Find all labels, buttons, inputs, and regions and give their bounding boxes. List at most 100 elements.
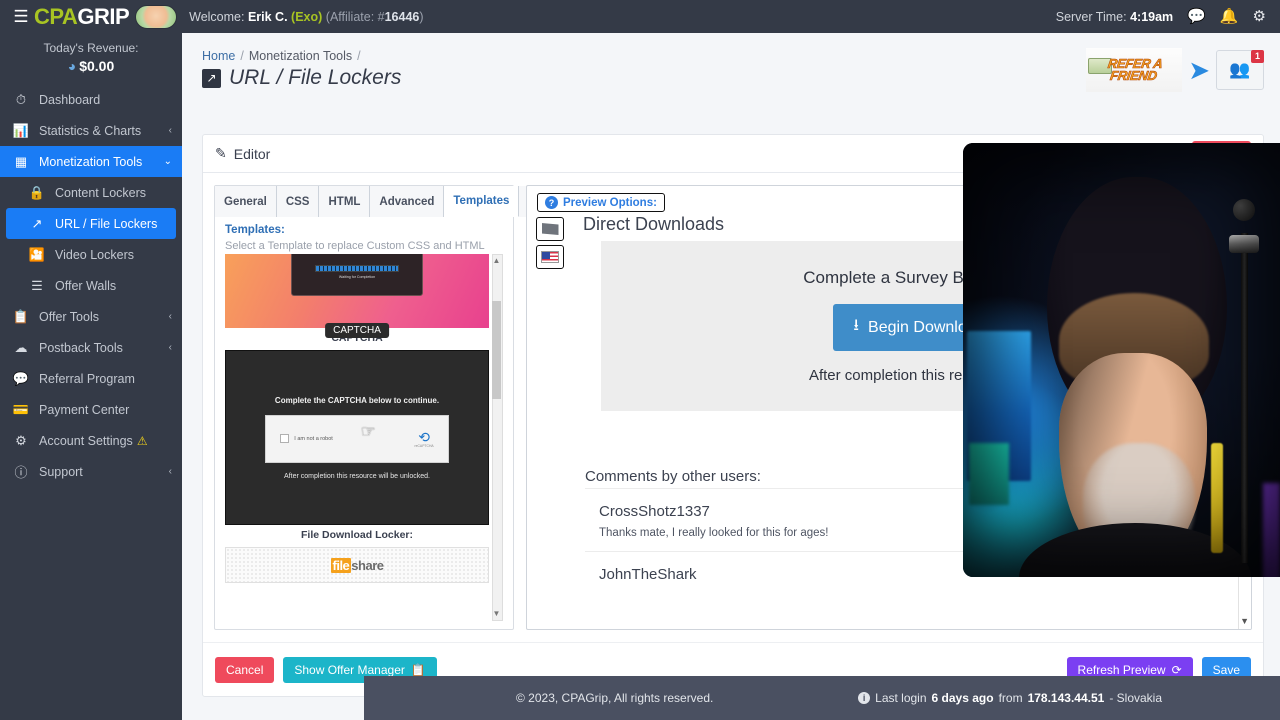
sidebar-item-monetization-tools[interactable]: ▦ Monetization Tools ⌄ (0, 146, 182, 177)
bell-icon[interactable]: 🔔 (1220, 9, 1239, 24)
chevron-left-icon: ‹ (168, 311, 172, 322)
editor-title: ✎ Editor (215, 145, 270, 162)
breadcrumb-section[interactable]: Monetization Tools (249, 49, 352, 63)
server-time-label: Server Time: (1055, 9, 1127, 24)
gear-icon[interactable]: ⚙ (1253, 9, 1266, 24)
sidebar-item-dashboard[interactable]: ⏱ Dashboard (0, 84, 182, 115)
chevron-down-icon[interactable]: ▼ (1240, 616, 1249, 626)
progress-bar (315, 265, 399, 272)
refresh-preview-label: Refresh Preview (1077, 662, 1166, 677)
sidebar-nav: ⏱ Dashboard 📊 Statistics & Charts ‹ ▦ Moneti… (0, 84, 182, 487)
revenue-value: $0.00 (79, 58, 115, 74)
templates-scrollbar[interactable]: ▲ ▼ (492, 254, 503, 621)
chat-icon[interactable]: 💬 (1187, 9, 1206, 24)
download-icon: ⭳ (853, 317, 860, 334)
last-login-from: from (998, 691, 1023, 705)
sidebar-item-account-settings[interactable]: ⚙ Account Settings ⚠ (0, 425, 182, 456)
last-login-when: 6 days ago (931, 691, 994, 705)
info-icon: i (858, 692, 871, 704)
sidebar-item-offer-tools[interactable]: 📋 Offer Tools ‹ (0, 301, 182, 332)
video-icon: 🎦 (28, 246, 46, 262)
cloud-icon: ☁ (14, 339, 28, 355)
progress-caption: Waiting for Completion (338, 275, 376, 279)
referral-badge: 1 (1250, 50, 1264, 63)
logo-grip-text: GRIP (77, 3, 130, 29)
sidebar-item-label: Support (39, 464, 83, 479)
grey-flag-icon (541, 223, 559, 235)
refer-a-friend-banner[interactable]: REFER A FRIEND (1086, 48, 1183, 92)
chevron-left-icon: ‹ (168, 342, 172, 353)
last-login-prefix: Last login (875, 691, 927, 705)
preview-option-global-button[interactable] (536, 217, 564, 241)
clipboard-icon: 📋 (410, 662, 426, 677)
revenue-value-row: ◕ $0.00 (0, 55, 182, 84)
refer-a-friend-widget[interactable]: REFER A FRIEND ➤ 👥 1 (1086, 48, 1264, 92)
editor-tabs: General CSS HTML Advanced Templates (215, 186, 538, 217)
page-title-text: URL / File Lockers (229, 66, 402, 89)
page-footer: © 2023, CPAGrip, All rights reserved. i … (364, 676, 1280, 720)
tab-advanced[interactable]: Advanced (370, 186, 445, 217)
affiliate-info: (Affiliate: #16446) (326, 10, 424, 24)
hamburger-icon[interactable]: ☰ (8, 8, 34, 25)
fileshare-logo-b: share (351, 557, 384, 573)
template-thumbnail-fileshare[interactable]: file share (225, 547, 489, 583)
sidebar-item-label: Video Lockers (55, 247, 134, 262)
progress-modal: Waiting for Completion (291, 254, 423, 296)
affiliate-suffix: ) (419, 9, 424, 24)
breadcrumb-home[interactable]: Home (202, 49, 235, 63)
sidebar-item-payment-center[interactable]: 💳 Payment Center (0, 394, 182, 425)
us-flag-icon (541, 251, 559, 263)
tab-templates[interactable]: Templates (444, 186, 520, 217)
sidebar-item-content-lockers[interactable]: 🔒 Content Lockers (0, 177, 182, 208)
chevron-left-icon: ‹ (168, 125, 172, 136)
breadcrumb-separator-2: / (357, 49, 361, 63)
preview-option-us-button[interactable] (536, 245, 564, 269)
recaptcha-label: reCAPTCHA (414, 443, 434, 448)
editor-title-text: Editor (233, 145, 271, 162)
warning-icon: ⚠ (136, 433, 148, 448)
scroll-up-icon[interactable]: ▲ (492, 256, 501, 266)
sidebar-item-url-file-lockers[interactable]: ↗ URL / File Lockers (6, 208, 176, 239)
sidebar-item-postback-tools[interactable]: ☁ Postback Tools ‹ (0, 332, 182, 363)
question-circle-icon: ? (545, 196, 558, 209)
sidebar-item-video-lockers[interactable]: 🎦 Video Lockers (0, 239, 182, 270)
sidebar-item-label: Offer Walls (55, 278, 117, 293)
template-thumbnail-captcha[interactable]: Complete the CAPTCHA below to continue. … (225, 350, 489, 525)
tab-general[interactable]: General (215, 186, 277, 217)
sidebar-item-offer-walls[interactable]: ☰ Offer Walls (0, 270, 182, 301)
captcha-checkbox-label: I am not a robot (294, 435, 333, 442)
referrals-button[interactable]: 👥 1 (1216, 50, 1264, 90)
welcome-label: Welcome: (189, 9, 245, 24)
comments-title: Comments by other users: (585, 468, 761, 485)
lock-icon: 🔒 (28, 184, 46, 200)
sidebar-item-label: Account Settings (39, 433, 133, 448)
scroll-down-icon[interactable]: ▼ (492, 609, 501, 619)
sidebar-item-referral-program[interactable]: 💬 Referral Program (0, 363, 182, 394)
pencil-square-icon: ✎ (215, 145, 227, 161)
tab-css[interactable]: CSS (276, 186, 320, 217)
tab-html[interactable]: HTML (319, 186, 371, 217)
template-caption-captcha: CAPTCHA CAPTCHA (225, 323, 489, 350)
sidebar-item-statistics[interactable]: 📊 Statistics & Charts ‹ (0, 115, 182, 146)
server-time-value: 4:19am (1130, 9, 1174, 24)
captcha-widget: I am not a robot ⟲ reCAPTCHA ☞ (265, 414, 449, 463)
wall-icon: ☰ (31, 277, 43, 293)
template-thumbnail-progress[interactable]: Waiting for Completion (225, 254, 489, 328)
recaptcha-brand: ⟲ reCAPTCHA (414, 430, 433, 448)
preview-options-button[interactable]: ? Preview Options: (537, 193, 665, 212)
preview-title: Direct Downloads (583, 214, 725, 234)
sidebar-item-label: URL / File Lockers (55, 216, 158, 231)
cancel-button[interactable]: Cancel (215, 656, 275, 683)
revenue-label: Today's Revenue: (43, 41, 139, 55)
sidebar-item-label: Monetization Tools (39, 154, 143, 169)
scrollbar-thumb[interactable] (492, 301, 501, 399)
user-name: Erik C. (247, 9, 288, 24)
mouse-cursor-icon: ☞ (360, 421, 376, 441)
sidebar-item-label: Statistics & Charts (39, 123, 142, 138)
cpagrip-logo[interactable]: CPA GRIP (34, 3, 178, 30)
breadcrumb-separator: / (240, 49, 244, 63)
sidebar-item-support[interactable]: ⓘ Support ‹ (0, 456, 182, 487)
revenue-icon: ◕ (67, 58, 77, 74)
last-login-country: - Slovakia (1109, 691, 1162, 705)
clipboard-icon: 📋 (12, 308, 30, 324)
